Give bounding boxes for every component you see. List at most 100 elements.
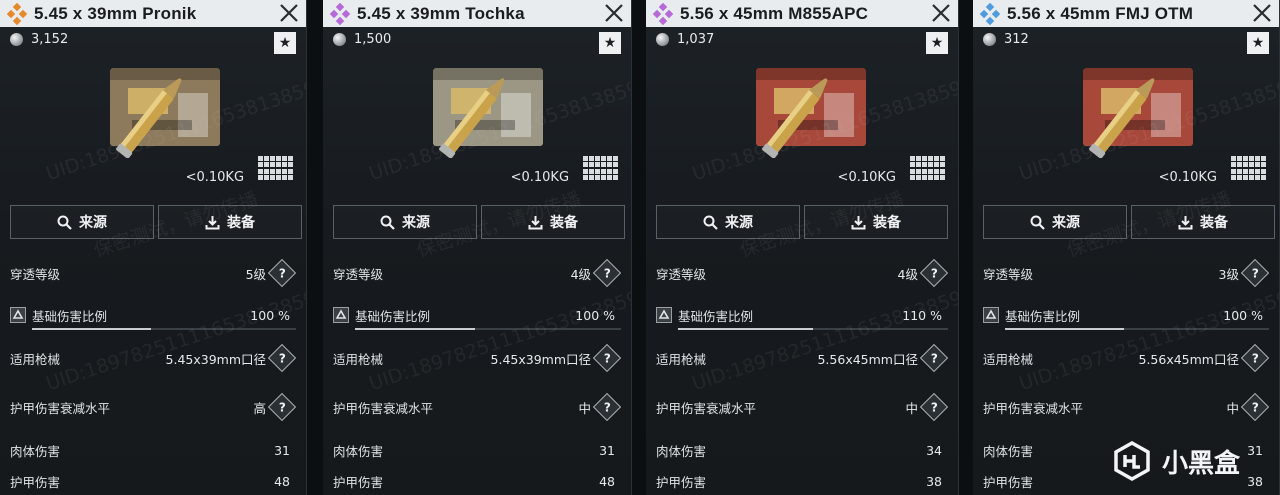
source-button[interactable]: 来源	[982, 205, 1127, 239]
close-icon[interactable]	[278, 2, 300, 24]
stat-label: 适用枪械	[333, 351, 384, 367]
rarity-diamond-icon	[329, 2, 351, 25]
equip-button[interactable]: 装备	[481, 205, 626, 239]
stock-count: 1,037	[656, 32, 714, 47]
source-button[interactable]: 来源	[656, 205, 801, 239]
equip-button-label: 装备	[873, 215, 902, 231]
stat-armor-decay: 护甲伤害衰减水平 中 ?	[656, 392, 949, 422]
stat-value: 中	[1226, 400, 1239, 416]
stat-armor-damage: 护甲伤害 48	[333, 470, 621, 492]
rarity-diamond-icon	[6, 2, 28, 25]
stat-value: 48	[599, 473, 616, 489]
close-icon[interactable]	[603, 2, 625, 24]
stock-count: 3,152	[10, 32, 68, 47]
stat-label: 护甲伤害	[10, 474, 61, 490]
stock-count-value: 1,037	[677, 32, 715, 47]
favorite-star-button[interactable]: ★	[274, 32, 297, 54]
download-icon	[528, 215, 543, 229]
damage-bar-fill	[678, 328, 813, 330]
help-icon[interactable]: ?	[919, 258, 949, 288]
help-icon[interactable]: ?	[919, 343, 949, 373]
stat-label: 护甲伤害	[656, 474, 707, 490]
help-icon[interactable]: ?	[267, 343, 297, 373]
equip-button[interactable]: 装备	[1130, 205, 1275, 239]
stat-penetration: 穿透等级 3级 ?	[983, 258, 1270, 288]
equip-button[interactable]: 装备	[804, 205, 949, 239]
equip-button[interactable]: 装备	[158, 205, 302, 239]
stat-value: 5.45x39mm口径	[490, 351, 592, 367]
coin-icon	[333, 33, 347, 46]
close-icon[interactable]	[1251, 2, 1273, 24]
stat-weapon: 适用枪械 5.45x39mm口径 ?	[10, 343, 297, 373]
stat-label: 穿透等级	[333, 266, 384, 282]
item-weight: <0.10KG	[510, 170, 570, 185]
favorite-star-button[interactable]: ★	[925, 32, 948, 54]
stat-label: 适用枪械	[982, 351, 1033, 367]
source-button[interactable]: 来源	[10, 205, 154, 239]
damage-bar	[32, 328, 297, 330]
brand-logo-icon	[1114, 441, 1150, 481]
source-button-label: 来源	[1051, 215, 1080, 231]
star-icon: ★	[930, 35, 944, 51]
damage-bar	[678, 328, 948, 330]
coin-icon	[656, 33, 670, 46]
item-title: 5.45 x 39mm Tochka	[357, 3, 525, 23]
download-icon	[1178, 215, 1193, 229]
stat-value: 100 %	[250, 307, 291, 323]
help-icon[interactable]: ?	[592, 343, 622, 373]
stat-value: 中	[905, 400, 918, 416]
star-icon: ★	[278, 35, 292, 51]
stat-value: 4级	[897, 266, 918, 282]
source-button-label: 来源	[725, 215, 754, 231]
stat-value: 34	[926, 442, 942, 458]
source-button-label: 来源	[79, 215, 107, 231]
stat-base-damage: 基础伤害比例 100 %	[10, 304, 297, 330]
star-icon: ★	[603, 35, 617, 51]
stock-count: 312	[982, 32, 1029, 47]
search-icon	[703, 215, 718, 230]
stat-armor-decay: 护甲伤害衰减水平 中 ?	[333, 392, 622, 422]
help-icon[interactable]: ?	[1240, 343, 1270, 373]
stat-penetration: 穿透等级 5级 ?	[10, 258, 297, 288]
stat-value: 5.56x45mm口径	[817, 351, 918, 367]
stat-label: 穿透等级	[656, 266, 707, 282]
item-weight: <0.10KG	[1158, 170, 1217, 185]
equip-button-label: 装备	[227, 215, 255, 231]
source-button[interactable]: 来源	[333, 205, 478, 239]
help-icon[interactable]: ?	[592, 258, 622, 288]
stat-value: 100 %	[1223, 307, 1263, 323]
inventory-size-grid-icon	[1231, 156, 1266, 180]
star-icon: ★	[1251, 35, 1265, 51]
favorite-star-button[interactable]: ★	[599, 32, 622, 54]
inventory-size-grid-icon	[583, 156, 619, 180]
favorite-star-button[interactable]: ★	[1247, 32, 1269, 54]
help-icon[interactable]: ?	[1240, 392, 1270, 422]
coin-icon	[10, 33, 23, 46]
stat-value: 31	[274, 442, 291, 458]
brand-watermark: 小黑盒	[1112, 441, 1240, 481]
equip-button-label: 装备	[1199, 215, 1228, 231]
stat-weapon: 适用枪械 5.56x45mm口径 ?	[656, 343, 949, 373]
item-title: 5.56 x 45mm M855APC	[680, 3, 869, 23]
rarity-diamond-icon	[652, 2, 674, 25]
damage-icon	[333, 307, 350, 323]
stat-label: 基础伤害比例	[678, 308, 754, 324]
close-icon[interactable]	[930, 2, 952, 24]
stat-label: 肉体伤害	[10, 443, 61, 459]
stat-value: 48	[274, 473, 291, 489]
item-title: 5.45 x 39mm Pronik	[34, 3, 197, 23]
stat-armor-damage: 护甲伤害 48	[10, 470, 296, 492]
item-panel: 5.56 x 45mm FMJ OTM 312 ★ <0.10KG 来源 装备 …	[972, 0, 1280, 495]
help-icon[interactable]: ?	[267, 392, 297, 422]
stat-value: 3级	[1218, 266, 1239, 282]
stat-label: 肉体伤害	[333, 443, 384, 459]
stat-weapon: 适用枪械 5.56x45mm口径 ?	[982, 343, 1270, 373]
stat-value: 5.45x39mm口径	[165, 351, 267, 367]
ammo-box-image	[110, 68, 220, 158]
help-icon[interactable]: ?	[1240, 258, 1270, 288]
damage-bar	[1004, 328, 1269, 330]
help-icon[interactable]: ?	[919, 392, 949, 422]
help-icon[interactable]: ?	[267, 258, 297, 288]
help-icon[interactable]: ?	[592, 392, 622, 422]
item-panel: 5.56 x 45mm M855APC 1,037 ★ <0.10KG 来源 装…	[646, 0, 959, 495]
